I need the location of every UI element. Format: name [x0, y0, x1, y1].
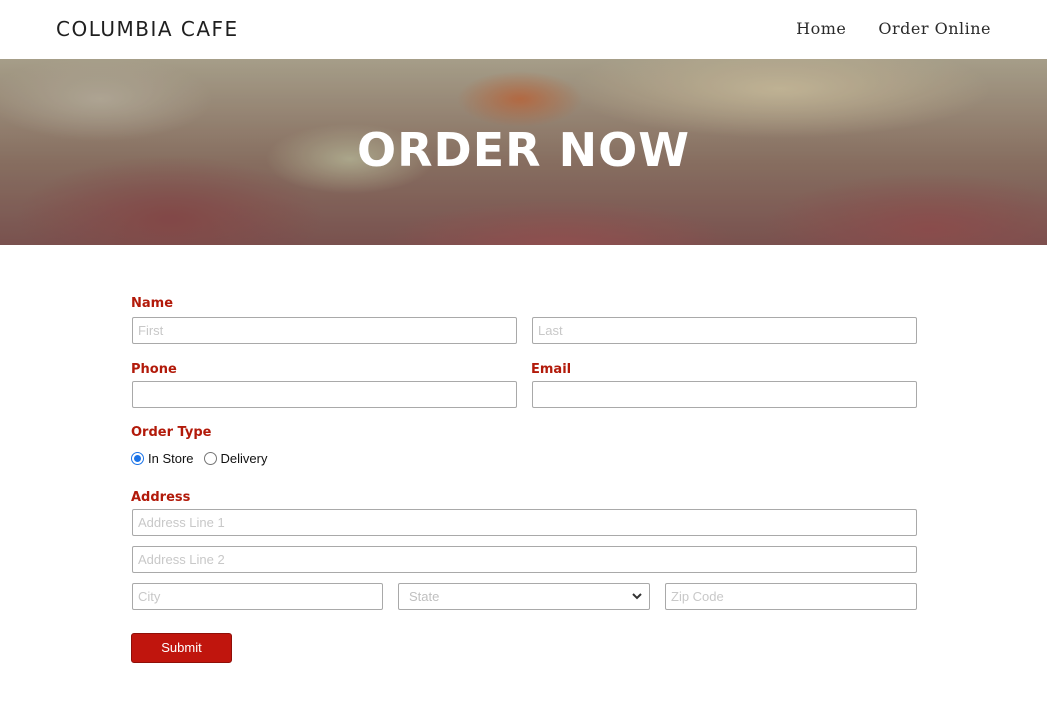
order-type-radio-group: In Store Delivery [131, 451, 278, 466]
email-label: Email [531, 362, 572, 377]
main-nav: Home Order Online [796, 19, 991, 38]
nav-order-online-link[interactable]: Order Online [878, 19, 991, 38]
first-name-input[interactable] [132, 317, 517, 344]
address-line1-input[interactable] [132, 509, 917, 536]
phone-input[interactable] [132, 381, 517, 408]
address-label: Address [131, 490, 191, 505]
site-brand[interactable]: COLUMBIA CAFE [56, 17, 239, 41]
nav-home-link[interactable]: Home [796, 19, 846, 38]
in-store-radio[interactable] [131, 452, 144, 465]
chevron-down-icon [632, 593, 642, 600]
state-select[interactable]: State [398, 583, 650, 610]
hero-title: ORDER NOW [357, 123, 690, 177]
email-input[interactable] [532, 381, 917, 408]
last-name-input[interactable] [532, 317, 917, 344]
hero-banner: ORDER NOW [0, 59, 1047, 245]
city-input[interactable] [132, 583, 383, 610]
top-navbar: COLUMBIA CAFE Home Order Online [0, 0, 1047, 59]
name-label: Name [131, 296, 174, 311]
state-select-value: State [409, 589, 440, 604]
order-type-label: Order Type [131, 425, 212, 440]
delivery-label[interactable]: Delivery [221, 451, 268, 466]
address-line2-input[interactable] [132, 546, 917, 573]
delivery-radio[interactable] [203, 452, 217, 465]
submit-button[interactable]: Submit [131, 633, 232, 663]
phone-label: Phone [131, 362, 177, 377]
in-store-label[interactable]: In Store [148, 451, 194, 466]
zip-code-input[interactable] [665, 583, 917, 610]
